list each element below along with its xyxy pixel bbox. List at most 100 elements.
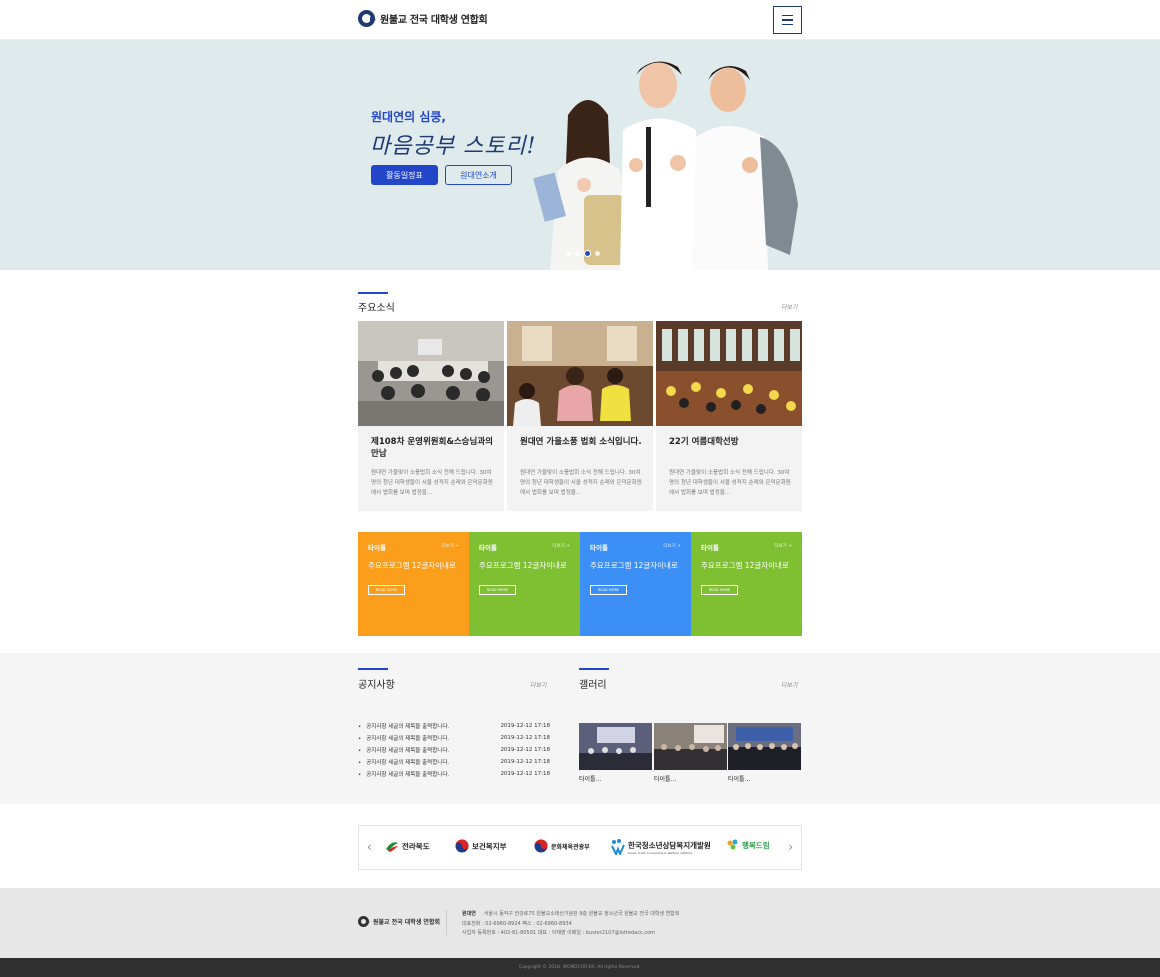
program-tile[interactable]: 타이틀 더보기 + 주요프로그램 12글자이내로 READ MORE [691,532,802,636]
partner-logo[interactable]: 문화체육관광부 [534,839,590,853]
news-card[interactable]: 제108차 운영위원회&스승님과의 만남 원대연 가을맞이 소풍법회 소식 전해… [358,321,504,511]
hero-dot[interactable] [595,251,600,256]
read-more-button[interactable]: READ MORE [479,585,516,595]
program-tile-text: 주요프로그램 12글자이내로 [479,561,567,570]
logo-text: 원불교 전국 대학생 연합회 [380,15,488,26]
partner-name-wrap: 한국청소년상담복지개발원 Korea Youth Counseling & We… [628,840,711,855]
notice-more-link[interactable]: 더보기 [530,680,547,689]
gallery-more-link[interactable]: 더보기 [781,680,798,689]
read-more-button[interactable]: READ MORE [368,585,405,595]
news-photo [656,321,802,426]
partner-name: 행복드림 [742,840,770,850]
notice-item[interactable]: 공지사항 세글의 제목을 출력합니다. 2019-12-12 17:18 [358,732,550,744]
site-logo[interactable]: 원불교 전국 대학생 연합회 [358,10,488,27]
partner-logo[interactable]: 전라북도 [385,839,430,853]
hero-banner: 원대연의 심쿵, 마음공부 스토리! 활동일정표 원대연소개 [0,40,1160,270]
news-section-title: 주요소식 [358,303,395,314]
notice-item[interactable]: 공지사항 세글의 제목을 출력합니다. 2019-12-12 17:18 [358,768,550,780]
chevron-right-icon[interactable]: › [788,840,793,854]
news-card-title: 제108차 운영위원회&스승님과의 만남 [371,437,493,459]
hero-title: 마음공부 스토리! [370,134,537,159]
program-tile-label: 타이틀 [701,544,719,552]
logo-mark-icon [358,10,376,27]
partner-name: 전라북도 [402,841,430,851]
news-card-desc: 원대연 가을맞이 소풍법회 소식 전해 드립니다. 30여명의 청년 대학생들이… [669,470,791,496]
footer-contact: 대표전화 : 02-6960-8924 팩스 : 02-6960-8934 [462,920,572,927]
gallery-item[interactable]: 타이틀... [728,723,801,783]
news-card[interactable]: 원대연 가을소풍 법회 소식입니다. 원대연 가을맞이 소풍법회 소식 전해 드… [507,321,653,511]
partner-carousel: ‹ 전라북도 보건복지부 문화체육관광부 한국청소년상담복지개발원 Korea … [358,825,802,870]
taegeuk-icon [455,839,469,853]
notice-item-title: 공지사항 세글의 제목을 출력합니다. [358,746,449,754]
happy-dream-icon [727,839,738,850]
partner-logo[interactable]: 보건복지부 [455,839,507,853]
hero-pagination [566,250,600,257]
hamburger-menu-button[interactable] [773,6,802,34]
gallery-item[interactable]: 타이틀... [579,723,652,783]
program-tile[interactable]: 타이틀 더보기 + 주요프로그램 12글자이내로 READ MORE [469,532,580,636]
program-tile-more[interactable]: 더보기 + [552,543,570,549]
notice-item-title: 공지사항 세글의 제목을 출력합니다. [358,758,449,766]
notice-item-date: 2019-12-12 17:18 [500,723,550,729]
notice-item-date: 2019-12-12 17:18 [500,771,550,777]
notice-item-date: 2019-12-12 17:18 [500,759,550,765]
partner-name: 문화체육관광부 [551,843,590,851]
program-tile[interactable]: 타이틀 더보기 + 주요프로그램 12글자이내로 READ MORE [580,532,691,636]
read-more-button[interactable]: READ MORE [701,585,738,595]
hero-students-image [533,61,798,270]
news-card[interactable]: 22기 여름대학선방 원대연 가을맞이 소풍법회 소식 전해 드립니다. 30여… [656,321,802,511]
logo-mark-icon [358,916,370,927]
footer-logo[interactable]: 원불교 전국 대학생 연합회 [358,916,440,927]
hero-dot[interactable] [575,251,580,256]
gallery-caption: 타이틀... [728,776,751,783]
hero-subtitle: 원대연의 심쿵, [371,110,446,124]
partner-logo[interactable]: 행복드림 [727,839,770,851]
gallery-title-bar [579,668,609,670]
program-tile-text: 주요프로그램 12글자이내로 [368,561,456,570]
footer-address-line: 원대연 서울시 동작구 한강로75 원불교소태산기념관 9층 원불교 청소년국 원… [462,910,679,920]
news-more-link[interactable]: 더보기 [781,302,798,311]
notice-item[interactable]: 공지사항 세글의 제목을 출력합니다. 2019-12-12 17:18 [358,756,550,768]
program-tile-text: 주요프로그램 12글자이내로 [590,561,678,570]
partner-name: 한국청소년상담복지개발원 [628,840,711,850]
partner-subname: Korea Youth Counseling & Welfare Institu… [628,850,693,855]
program-tile-label: 타이틀 [479,544,497,552]
site-header: 원불교 전국 대학생 연합회 [0,0,1160,40]
about-button[interactable]: 원대연소개 [445,165,512,185]
program-tile-label: 타이틀 [368,544,386,552]
gallery-section-title: 갤러리 [579,680,607,691]
program-tile-more[interactable]: 더보기 + [441,543,459,549]
schedule-button[interactable]: 활동일정표 [371,165,438,185]
program-tile[interactable]: 타이틀 더보기 + 주요프로그램 12글자이내로 READ MORE [358,532,469,636]
program-tile-more[interactable]: 더보기 + [774,543,792,549]
gallery-item[interactable]: 타이틀... [654,723,727,783]
notice-item[interactable]: 공지사항 세글의 제목을 출력합니다. 2019-12-12 17:18 [358,744,550,756]
news-card-title: 22기 여름대학선방 [669,437,739,447]
kyci-icon [611,839,625,855]
program-tile-label: 타이틀 [590,544,608,552]
site-footer: 원불교 전국 대학생 연합회 원대연 서울시 동작구 한강로75 원불교소태산기념… [0,888,1160,958]
news-title-bar [358,292,388,294]
gallery-caption: 타이틀... [654,776,677,783]
chevron-left-icon[interactable]: ‹ [367,840,372,854]
footer-info: 원대연 서울시 동작구 한강로75 원불교소태산기념관 9층 원불교 청소년국 원… [462,910,679,939]
notice-item-title: 공지사항 세글의 제목을 출력합니다. [358,770,449,778]
hero-dot[interactable] [566,251,571,256]
footer-org: 원대연 [462,911,476,917]
news-photo [358,321,504,426]
partner-logo[interactable]: 한국청소년상담복지개발원 Korea Youth Counseling & We… [611,839,711,855]
news-card-desc: 원대연 가을맞이 소풍법회 소식 전해 드립니다. 30여명의 청년 대학생들이… [520,470,642,496]
gallery-photo [728,723,801,770]
notice-item-title: 공지사항 세글의 제목을 출력합니다. [358,734,449,742]
notice-item[interactable]: 공지사항 세글의 제목을 출력합니다. 2019-12-12 17:18 [358,720,550,732]
menu-line-icon [782,23,793,26]
hero-dot-active[interactable] [584,250,591,257]
notice-item-date: 2019-12-12 17:18 [500,747,550,753]
read-more-button[interactable]: READ MORE [590,585,627,595]
news-card-title: 원대연 가을소풍 법회 소식입니다. [520,437,642,447]
notice-title-bar [358,668,388,670]
notice-section-title: 공지사항 [358,680,395,691]
footer-divider [446,910,447,935]
program-tile-more[interactable]: 더보기 + [663,543,681,549]
menu-line-icon [782,14,793,17]
